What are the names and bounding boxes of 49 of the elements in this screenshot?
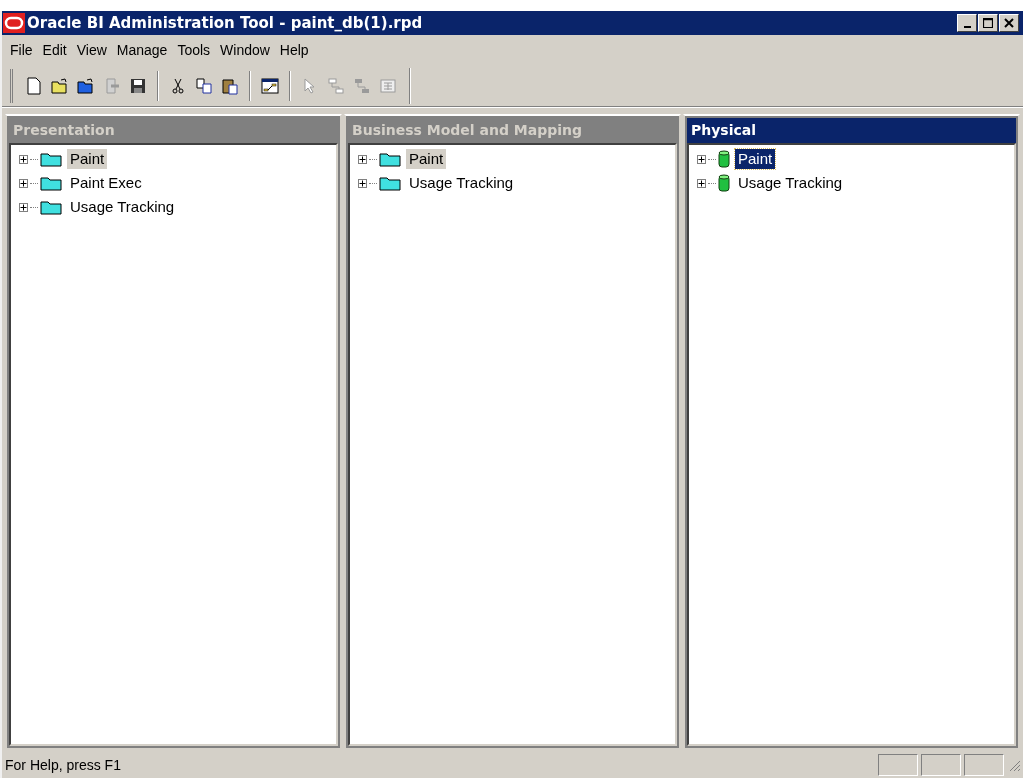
expand-toggle[interactable] [358, 178, 367, 188]
copy-icon[interactable] [195, 76, 213, 95]
database-icon [718, 150, 730, 168]
folder-icon [40, 151, 62, 167]
menu-item[interactable]: Help [274, 39, 314, 61]
diagram-window-icon[interactable] [261, 76, 279, 95]
expand-toggle[interactable] [697, 178, 706, 188]
menu-item[interactable]: File [5, 39, 38, 61]
tree-item[interactable]: Usage Tracking [67, 197, 178, 217]
open-folder-icon[interactable] [77, 76, 95, 95]
new-file-icon[interactable] [25, 76, 43, 95]
tree-item[interactable]: Usage Tracking [735, 173, 846, 193]
folder-icon [40, 175, 62, 191]
close-icon [1004, 18, 1014, 28]
minimize-icon [963, 26, 971, 28]
menu-item[interactable]: Edit [37, 39, 72, 61]
menu-item[interactable]: View [71, 39, 112, 61]
status-text: For Help, press F1 [5, 755, 121, 775]
database-icon [718, 174, 730, 192]
pane-title: Physical [687, 118, 1016, 143]
folder-icon [379, 151, 401, 167]
tree-item[interactable]: Usage Tracking [406, 173, 517, 193]
tree-item[interactable]: Paint Exec [67, 173, 145, 193]
window-title: Oracle BI Administration Tool - paint_db(1).rpd [27, 12, 423, 34]
status-panel [964, 754, 1004, 776]
tree-item[interactable]: Paint [735, 149, 776, 169]
menu-item[interactable]: Tools [172, 39, 216, 61]
menu-item[interactable]: Window [215, 39, 275, 61]
resize-grip-icon [1007, 758, 1021, 772]
folder-icon [379, 175, 401, 191]
clipboard-icon[interactable] [221, 76, 239, 95]
close-button[interactable] [999, 14, 1019, 32]
expand-toggle[interactable] [19, 202, 28, 212]
open-folder-icon[interactable] [51, 76, 69, 95]
expand-toggle[interactable] [697, 154, 706, 164]
scissors-icon[interactable] [169, 76, 187, 95]
status-panel [921, 754, 961, 776]
expand-toggle[interactable] [19, 154, 28, 164]
minimize-button[interactable] [957, 14, 977, 32]
maximize-button[interactable] [978, 14, 998, 32]
tree-item[interactable]: Paint [406, 149, 447, 169]
app-logo-icon [3, 13, 25, 33]
status-panel [878, 754, 918, 776]
expand-toggle[interactable] [358, 154, 367, 164]
expand-toggle[interactable] [19, 178, 28, 188]
menu-item[interactable]: Manage [111, 39, 173, 61]
maximize-icon [983, 18, 993, 28]
tree-item[interactable]: Paint [67, 149, 108, 169]
folder-icon [40, 199, 62, 215]
